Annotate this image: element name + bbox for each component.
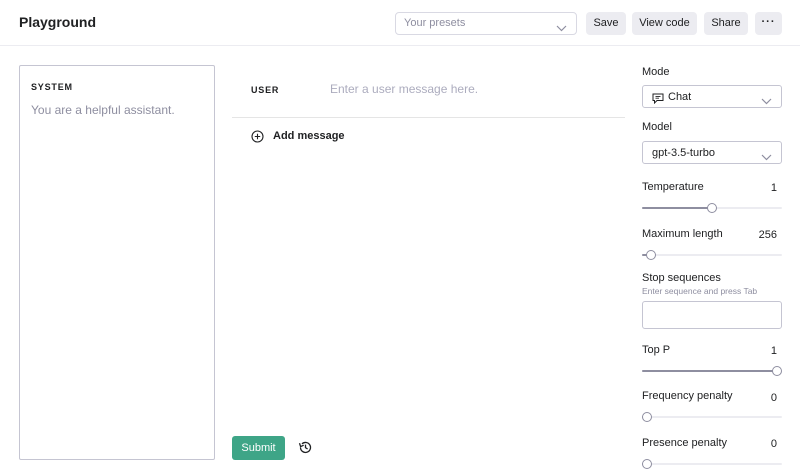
top-p-value[interactable]: 1 [771,345,777,357]
temperature-value[interactable]: 1 [771,182,777,194]
model-label: Model [642,121,672,133]
chat-bubble-icon [652,91,664,109]
submit-button[interactable]: Submit [232,436,285,460]
mode-select[interactable]: Chat [642,85,782,108]
page-title: Playground [19,14,97,30]
maximum-length-value[interactable]: 256 [759,229,777,241]
system-message-input[interactable]: You are a helpful assistant. [31,103,175,117]
view-code-button[interactable]: View code [632,12,697,35]
mode-value: Chat [668,91,692,103]
presence-penalty-value[interactable]: 0 [771,438,777,450]
add-message-label: Add message [273,130,345,142]
frequency-penalty-value[interactable]: 0 [771,392,777,404]
stop-sequences-input[interactable] [642,301,782,329]
user-message-row: USER Enter a user message here. [232,65,625,118]
slider-track [642,254,782,256]
slider-track [642,416,782,418]
slider-track [642,463,782,465]
slider-thumb[interactable] [642,412,652,422]
presets-select[interactable]: Your presets [395,12,577,35]
stop-sequences-label: Stop sequences [642,272,721,284]
presets-placeholder: Your presets [404,17,466,29]
more-options-button[interactable]: ··· [755,12,782,35]
slider-fill [642,370,777,372]
user-role-label[interactable]: USER [251,85,279,95]
top-p-slider[interactable] [642,366,782,376]
model-select[interactable]: gpt-3.5-turbo [642,141,782,164]
system-message-panel[interactable]: SYSTEM You are a helpful assistant. [19,65,215,460]
slider-fill [642,207,712,209]
user-message-input[interactable]: Enter a user message here. [330,82,478,96]
plus-circle-icon [251,130,264,148]
maximum-length-slider[interactable] [642,250,782,260]
chevron-down-icon [761,92,772,110]
presence-penalty-label: Presence penalty [642,437,727,449]
model-value: gpt-3.5-turbo [652,147,715,159]
presence-penalty-slider[interactable] [642,459,782,469]
slider-thumb[interactable] [707,203,717,213]
share-button[interactable]: Share [704,12,748,35]
maximum-length-label: Maximum length [642,228,723,240]
system-label: SYSTEM [31,82,73,92]
top-bar: Playground Your presets Save View code S… [0,0,800,46]
slider-thumb[interactable] [642,459,652,469]
stop-sequences-hint: Enter sequence and press Tab [642,286,758,296]
temperature-label: Temperature [642,181,704,193]
frequency-penalty-label: Frequency penalty [642,390,733,402]
save-button[interactable]: Save [586,12,626,35]
slider-thumb[interactable] [772,366,782,376]
chevron-down-icon [556,19,567,37]
frequency-penalty-slider[interactable] [642,412,782,422]
mode-label: Mode [642,66,670,78]
history-icon[interactable] [298,440,313,460]
temperature-slider[interactable] [642,203,782,213]
chevron-down-icon [761,148,772,166]
slider-thumb[interactable] [646,250,656,260]
top-p-label: Top P [642,344,671,356]
